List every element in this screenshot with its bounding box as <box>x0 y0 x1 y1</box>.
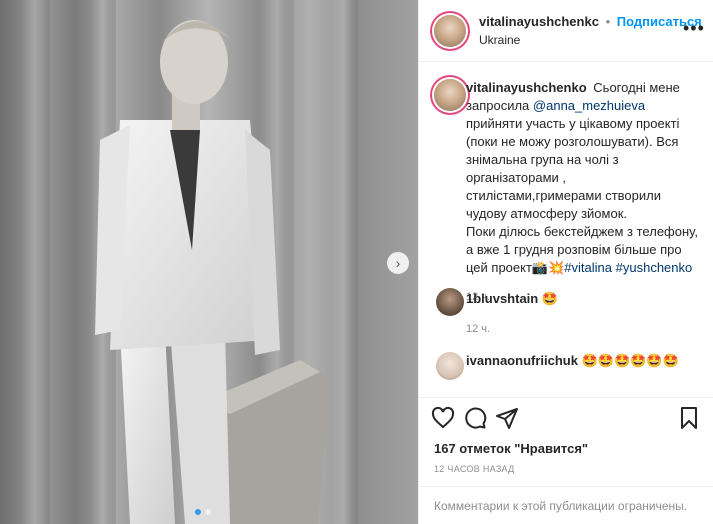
comment-username[interactable]: 1bluvshtain <box>466 291 538 306</box>
commenter-avatar[interactable] <box>436 352 464 380</box>
author-avatar[interactable] <box>434 15 466 47</box>
post-timestamp[interactable]: 12 ЧАСОВ НАЗАД <box>434 464 515 474</box>
instagram-post: › vitalinayushchenkc • Подписаться Ukrai… <box>0 0 713 524</box>
heart-icon[interactable] <box>429 404 457 432</box>
caption-text-2: прийняти участь у цікавому проекті (поки… <box>466 116 680 221</box>
hashtag-vitalina[interactable]: #vitalina <box>564 260 612 275</box>
comment-item: 1bluvshtain 🤩 12 ч. <box>466 290 702 338</box>
post-side-panel: vitalinayushchenkc • Подписаться Ukraine… <box>418 0 713 524</box>
more-horizontal-icon[interactable]: ••• <box>683 18 705 39</box>
comment-username[interactable]: ivannaonufriichuk <box>466 353 578 368</box>
commenter-avatar[interactable] <box>436 288 464 316</box>
action-bar <box>419 397 713 437</box>
comment-text: 🤩🤩🤩🤩🤩🤩 <box>581 353 679 368</box>
comments-list: vitalinayushchenko Сьогодні мене запроси… <box>419 62 713 397</box>
caption-username[interactable]: vitalinayushchenko <box>466 80 587 95</box>
hashtag-yushchenko[interactable]: #yushchenko <box>616 260 693 275</box>
send-icon[interactable] <box>493 404 521 432</box>
comments-limited-notice: Комментарии к этой публикации ограничены… <box>419 486 713 524</box>
post-photo[interactable]: › <box>0 0 418 524</box>
header-separator: • <box>605 14 611 29</box>
comment-text: 🤩 <box>541 291 559 306</box>
carousel-dot <box>195 509 201 515</box>
caption: vitalinayushchenko Сьогодні мене запроси… <box>466 79 702 306</box>
photo-illustration <box>20 0 358 524</box>
caption-mention[interactable]: @anna_mezhuieva <box>533 98 645 113</box>
author-username[interactable]: vitalinayushchenkc <box>479 14 599 29</box>
comment-time[interactable]: 12 ч. <box>466 320 702 338</box>
comment-icon[interactable] <box>461 404 489 432</box>
post-header: vitalinayushchenkc • Подписаться Ukraine… <box>419 0 713 62</box>
likes-count[interactable]: 167 отметок "Нравится" <box>434 441 588 456</box>
carousel-next-button[interactable]: › <box>387 252 409 274</box>
comment-item: ivannaonufriichuk 🤩🤩🤩🤩🤩🤩 <box>466 352 702 370</box>
post-location[interactable]: Ukraine <box>479 33 520 47</box>
caption-avatar[interactable] <box>434 79 466 111</box>
carousel-dot <box>205 509 211 515</box>
carousel-indicator <box>195 509 211 515</box>
bookmark-icon[interactable] <box>675 404 703 432</box>
comments-limited-text: Комментарии к этой публикации ограничены… <box>434 499 688 513</box>
chevron-right-icon: › <box>395 255 401 271</box>
